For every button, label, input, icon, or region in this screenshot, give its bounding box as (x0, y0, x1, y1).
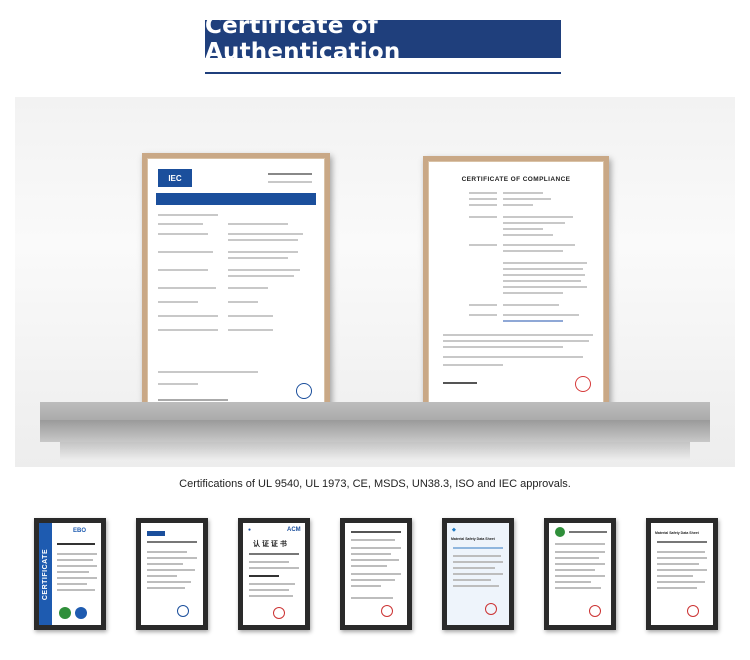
blue-seal-icon (75, 607, 87, 619)
compliance-certificate-document: CERTIFICATE OF COMPLIANCE (428, 161, 604, 413)
certificate-thumbnail-6 (544, 518, 616, 630)
lab-logo-icon: ◆ (452, 527, 456, 533)
compliance-certificate-title: CERTIFICATE OF COMPLIANCE (461, 176, 571, 183)
title-underline (205, 72, 561, 74)
certificate-side-band: CERTIFICATE (39, 523, 52, 625)
certificate-thumbnail-4 (340, 518, 412, 630)
framed-iec-certificate: IEC (142, 153, 330, 417)
certifications-caption: Certifications of UL 9540, UL 1973, CE, … (179, 478, 571, 490)
certificate-thumbnail-3: ● ACM 认 证 证 书 (238, 518, 310, 630)
page: Certificate of Authentication IEC CERTIF… (0, 0, 750, 660)
red-stamp-icon (485, 603, 497, 615)
seal-icon (177, 605, 189, 617)
ebo-logo: EBO (73, 528, 87, 534)
shelf-front (40, 420, 710, 442)
iec-certificate-document: IEC (147, 158, 325, 412)
msds-title: Material Safety Data Sheet (451, 537, 495, 541)
green-logo-icon (555, 527, 565, 537)
iec-seal-icon (296, 383, 312, 399)
acm-logo: ACM (287, 527, 301, 533)
green-seal-icon (59, 607, 71, 619)
red-stamp-icon (381, 605, 393, 617)
shelf (40, 402, 710, 422)
iec-header-bar (156, 193, 316, 205)
certificate-thumbnail-5: ◆ Material Safety Data Sheet (442, 518, 514, 630)
certificate-title: 认 证 证 书 (253, 541, 287, 548)
red-stamp-icon (273, 607, 285, 619)
ul-mark-icon (575, 376, 591, 392)
iec-logo: IEC (158, 169, 192, 187)
certificate-thumbnail-2 (136, 518, 208, 630)
framed-compliance-certificate: CERTIFICATE OF COMPLIANCE (423, 156, 609, 418)
certificate-thumbnail-7: Material Safety Data Sheet (646, 518, 718, 630)
page-title: Certificate of Authentication (205, 13, 401, 65)
msds-title: Material Safety Data Sheet (655, 531, 699, 535)
title-banner: Certificate of Authentication (205, 13, 561, 65)
cert-body-logo-icon: ● (248, 527, 252, 533)
red-stamp-icon (687, 605, 699, 617)
certificate-thumbnail-1: CERTIFICATE EBO (34, 518, 106, 630)
shelf-shadow (60, 442, 690, 460)
red-stamp-icon (589, 605, 601, 617)
